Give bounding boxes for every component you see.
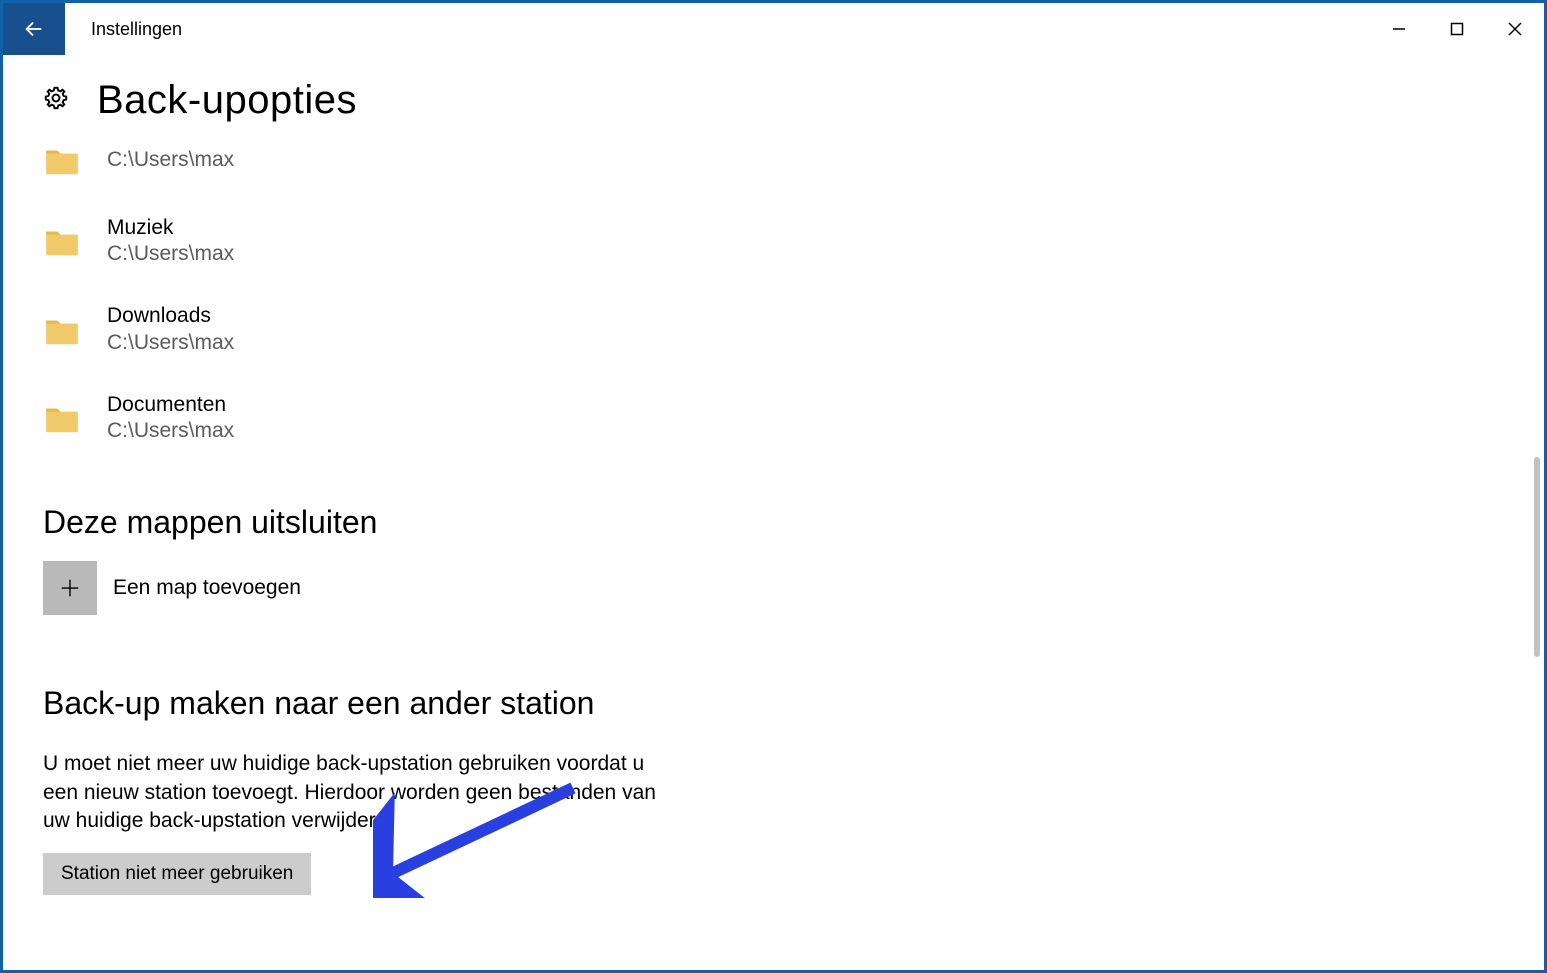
folder-item[interactable]: Downloads C:\Users\max xyxy=(43,297,1544,367)
folder-text: Documenten C:\Users\max xyxy=(107,392,234,444)
folder-name: Documenten xyxy=(107,392,234,417)
scrollbar[interactable] xyxy=(1534,118,1540,966)
folder-path: C:\Users\max xyxy=(107,329,234,356)
folder-text: Downloads C:\Users\max xyxy=(107,303,234,355)
titlebar: Instellingen xyxy=(3,3,1544,55)
plus-icon xyxy=(59,577,81,599)
minimize-button[interactable] xyxy=(1370,3,1428,55)
arrow-left-icon xyxy=(23,18,45,40)
folder-icon xyxy=(43,141,81,179)
minimize-icon xyxy=(1392,22,1406,36)
scrollbar-thumb[interactable] xyxy=(1534,457,1540,657)
page-title: Back-upopties xyxy=(97,78,357,123)
maximize-icon xyxy=(1450,22,1464,36)
folder-path: C:\Users\max xyxy=(107,240,234,267)
stop-using-drive-button[interactable]: Station niet meer gebruiken xyxy=(43,853,311,895)
window-controls xyxy=(1370,3,1544,55)
folder-text: Muziek C:\Users\max xyxy=(107,215,234,267)
settings-window: Instellingen Back-upopties xyxy=(0,0,1547,973)
add-folder-button[interactable]: Een map toevoegen xyxy=(3,561,1544,615)
exclude-folders-heading: Deze mappen uitsluiten xyxy=(3,474,1544,561)
plus-box xyxy=(43,561,97,615)
folder-list: C:\Users\max Muziek C:\Users\max xyxy=(3,135,1544,456)
content-area: Back-upopties C:\Users\max xyxy=(3,58,1544,970)
close-button[interactable] xyxy=(1486,3,1544,55)
folder-path: C:\Users\max xyxy=(107,417,234,444)
folder-icon xyxy=(43,399,81,437)
window-title: Instellingen xyxy=(65,3,182,55)
folder-item[interactable]: C:\Users\max xyxy=(43,135,1544,191)
folder-name: Muziek xyxy=(107,215,234,240)
other-drive-info: U moet niet meer uw huidige back-upstati… xyxy=(3,750,683,835)
folder-icon xyxy=(43,311,81,349)
gear-icon xyxy=(43,85,69,116)
folder-path: C:\Users\max xyxy=(107,146,234,173)
folder-icon xyxy=(43,222,81,260)
folder-name: Downloads xyxy=(107,303,234,328)
page-header: Back-upopties xyxy=(3,58,1544,135)
add-folder-label: Een map toevoegen xyxy=(113,576,301,600)
other-drive-heading: Back-up maken naar een ander station xyxy=(3,625,1544,742)
folder-item[interactable]: Documenten C:\Users\max xyxy=(43,386,1544,456)
folder-text: C:\Users\max xyxy=(107,146,234,173)
folder-item[interactable]: Muziek C:\Users\max xyxy=(43,209,1544,279)
close-icon xyxy=(1508,22,1522,36)
back-button[interactable] xyxy=(3,3,65,55)
maximize-button[interactable] xyxy=(1428,3,1486,55)
